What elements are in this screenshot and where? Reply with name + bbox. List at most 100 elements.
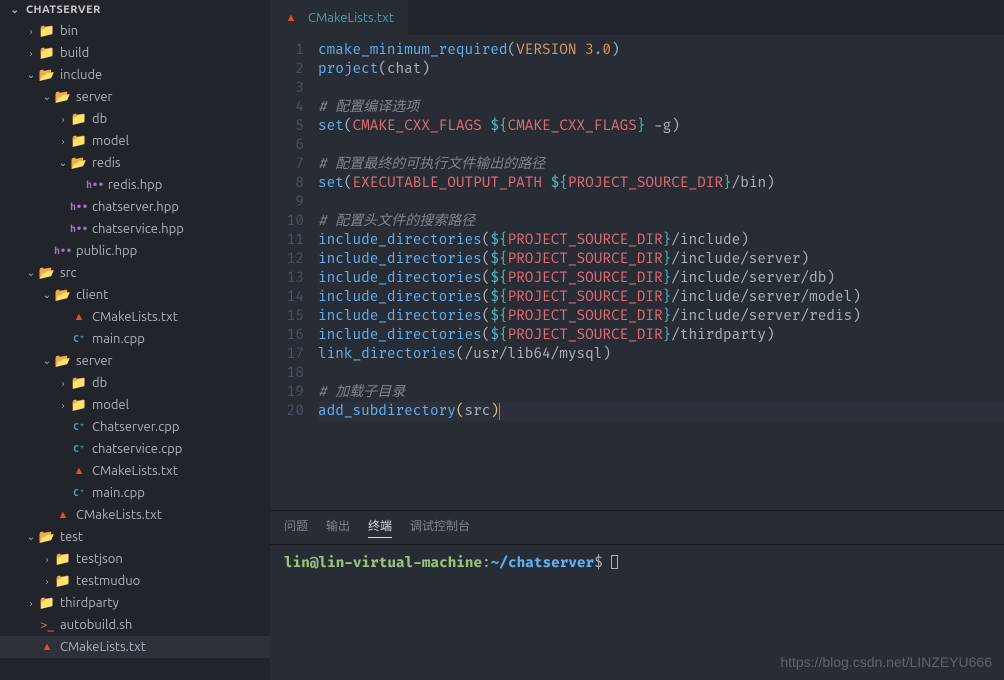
tree-item[interactable]: ›📁testmuduo: [0, 570, 270, 592]
folder-icon: 📂: [70, 156, 88, 171]
tree-item-label: include: [60, 68, 102, 82]
tree-item[interactable]: ⌄📂src: [0, 262, 270, 284]
tree-item[interactable]: h•• public.hpp: [0, 240, 270, 262]
terminal-panel: 问题输出终端调试控制台 lin@lin-virtual-machine:~/ch…: [270, 510, 1004, 680]
chevron-right-icon[interactable]: ›: [40, 554, 54, 565]
line-number: 14: [270, 288, 304, 307]
terminal-tabs: 问题输出终端调试控制台: [270, 511, 1004, 545]
tree-item[interactable]: ›📁db: [0, 108, 270, 130]
tree-item[interactable]: h••chatservice.hpp: [0, 218, 270, 240]
tree-item[interactable]: ⌄📂client: [0, 284, 270, 306]
tree-item[interactable]: ⌄📂server: [0, 86, 270, 108]
code-line[interactable]: set(CMAKE_CXX_FLAGS ${CMAKE_CXX_FLAGS} -…: [318, 117, 1004, 136]
tab-cmakelists[interactable]: ▲ CMakeLists.txt: [270, 0, 408, 35]
file-icon: ▲: [54, 509, 72, 521]
terminal-tab[interactable]: 调试控制台: [410, 517, 470, 538]
chevron-right-icon[interactable]: ›: [24, 598, 38, 609]
code-line[interactable]: project(chat): [318, 60, 1004, 79]
code-line[interactable]: [318, 364, 1004, 383]
chevron-down-icon[interactable]: ⌄: [40, 289, 54, 301]
tree-item[interactable]: ▲CMakeLists.txt: [0, 460, 270, 482]
code-line[interactable]: include_directories(${PROJECT_SOURCE_DIR…: [318, 307, 1004, 326]
line-number: 15: [270, 307, 304, 326]
terminal-tab[interactable]: 问题: [284, 517, 308, 538]
code-line[interactable]: include_directories(${PROJECT_SOURCE_DIR…: [318, 288, 1004, 307]
chevron-right-icon[interactable]: ›: [56, 114, 70, 125]
code-line[interactable]: set(EXECUTABLE_OUTPUT_PATH ${PROJECT_SOU…: [318, 174, 1004, 193]
tree-item[interactable]: ▲CMakeLists.txt: [0, 636, 270, 658]
tab-label: CMakeLists.txt: [308, 11, 394, 25]
code-line[interactable]: cmake_minimum_required(VERSION 3.0): [318, 41, 1004, 60]
tree-item[interactable]: ›📁model: [0, 394, 270, 416]
tree-item[interactable]: ›📁bin: [0, 20, 270, 42]
code-line[interactable]: # 配置头文件的搜索路径: [318, 212, 1004, 231]
file-icon: h••: [54, 246, 72, 257]
tree-item[interactable]: ⌄📂server: [0, 350, 270, 372]
tree-item[interactable]: h••chatserver.hpp: [0, 196, 270, 218]
code-line[interactable]: include_directories(${PROJECT_SOURCE_DIR…: [318, 269, 1004, 288]
tree-item-label: main.cpp: [92, 332, 145, 346]
tree-item[interactable]: ▲CMakeLists.txt: [0, 306, 270, 328]
line-number: 20: [270, 402, 304, 421]
code-line[interactable]: include_directories(${PROJECT_SOURCE_DIR…: [318, 326, 1004, 345]
tree-item[interactable]: h••redis.hpp: [0, 174, 270, 196]
line-gutter: 1234567891011121314151617181920: [270, 35, 318, 510]
chevron-down-icon[interactable]: ⌄: [24, 531, 38, 543]
tree-item[interactable]: ›📁db: [0, 372, 270, 394]
tree-item[interactable]: C⁺ main.cpp: [0, 328, 270, 350]
chevron-down-icon[interactable]: ⌄: [40, 355, 54, 367]
tree-item-label: chatservice.hpp: [92, 222, 184, 236]
chevron-right-icon[interactable]: ›: [24, 26, 38, 37]
code-line[interactable]: [318, 193, 1004, 212]
tree-item[interactable]: ⌄📂 include: [0, 64, 270, 86]
folder-icon: 📂: [38, 68, 56, 83]
chevron-down-icon[interactable]: ⌄: [40, 91, 54, 103]
chevron-right-icon[interactable]: ›: [56, 136, 70, 147]
chevron-right-icon[interactable]: ›: [24, 48, 38, 59]
terminal-body[interactable]: lin@lin-virtual-machine:~/chatserver$: [270, 545, 1004, 680]
code-line[interactable]: # 加载子目录: [318, 383, 1004, 402]
chevron-right-icon[interactable]: ›: [56, 378, 70, 389]
chevron-down-icon: ⌄: [8, 4, 22, 16]
terminal-tab[interactable]: 终端: [368, 517, 392, 538]
code-line[interactable]: include_directories(${PROJECT_SOURCE_DIR…: [318, 250, 1004, 269]
tree-item[interactable]: ›📁build: [0, 42, 270, 64]
line-number: 1: [270, 41, 304, 60]
file-icon: C⁺: [70, 334, 88, 345]
tree-item[interactable]: >_autobuild.sh: [0, 614, 270, 636]
chevron-right-icon[interactable]: ›: [56, 400, 70, 411]
terminal-tab[interactable]: 输出: [326, 517, 350, 538]
code-line[interactable]: include_directories(${PROJECT_SOURCE_DIR…: [318, 231, 1004, 250]
tree-item-label: testjson: [76, 552, 123, 566]
code-line[interactable]: [318, 79, 1004, 98]
code-line[interactable]: [318, 136, 1004, 155]
tree-item[interactable]: ›📁testjson: [0, 548, 270, 570]
code-editor[interactable]: 1234567891011121314151617181920 cmake_mi…: [270, 35, 1004, 510]
code-line[interactable]: # 配置最终的可执行文件输出的路径: [318, 155, 1004, 174]
chevron-down-icon[interactable]: ⌄: [56, 157, 70, 169]
folder-icon: 📂: [38, 530, 56, 545]
chevron-right-icon[interactable]: ›: [40, 576, 54, 587]
code-line[interactable]: # 配置编译选项: [318, 98, 1004, 117]
tree-item-label: public.hpp: [76, 244, 137, 258]
chevron-down-icon[interactable]: ⌄: [24, 267, 38, 279]
tree-item[interactable]: ⌄📂redis: [0, 152, 270, 174]
tree-item-label: testmuduo: [76, 574, 140, 588]
tree-item[interactable]: ›📁thirdparty: [0, 592, 270, 614]
tree-item[interactable]: C⁺Chatserver.cpp: [0, 416, 270, 438]
tree-item[interactable]: C⁺main.cpp: [0, 482, 270, 504]
file-icon: C⁺: [70, 422, 88, 433]
folder-icon: 📁: [70, 112, 88, 127]
explorer-header[interactable]: ⌄ CHATSERVER: [0, 0, 270, 20]
chevron-down-icon[interactable]: ⌄: [24, 69, 38, 81]
code-line[interactable]: link_directories(/usr/lib64/mysql): [318, 345, 1004, 364]
tree-item[interactable]: ⌄📂 test: [0, 526, 270, 548]
code-area[interactable]: cmake_minimum_required(VERSION 3.0)proje…: [318, 35, 1004, 510]
tree-item[interactable]: ▲CMakeLists.txt: [0, 504, 270, 526]
folder-icon: 📂: [54, 288, 72, 303]
folder-icon: 📁: [70, 134, 88, 149]
tree-item[interactable]: C⁺chatservice.cpp: [0, 438, 270, 460]
code-line[interactable]: add_subdirectory(src): [318, 402, 1004, 421]
tree-item[interactable]: ›📁model: [0, 130, 270, 152]
tree-item-label: test: [60, 530, 83, 544]
